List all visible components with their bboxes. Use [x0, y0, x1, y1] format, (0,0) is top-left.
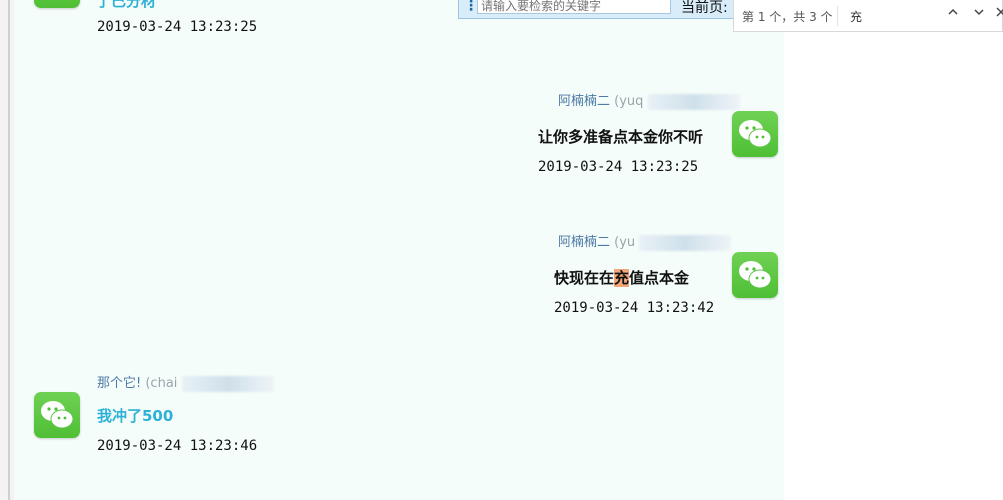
wechat-avatar-icon — [34, 392, 80, 438]
message-sender: 阿楠楠二 (yu — [558, 231, 732, 251]
wechat-avatar-icon — [732, 111, 778, 157]
sender-name: 那个它! — [97, 376, 142, 391]
search-input[interactable] — [477, 0, 671, 14]
message-sender: 那个它! (chai — [97, 372, 274, 392]
message-text: 快现在在充值点本金 — [554, 267, 689, 288]
message-text: 了已分材 — [96, 0, 157, 10]
message-text: 让你多准备点本金你不听 — [538, 128, 704, 146]
redacted-blur — [639, 234, 732, 251]
divider — [837, 6, 838, 26]
sender-name: 阿楠楠二 — [558, 235, 611, 250]
message-timestamp: 2019-03-24 13:23:25 — [97, 19, 258, 35]
message-timestamp: 2019-03-24 13:23:25 — [538, 159, 699, 175]
chevron-down-icon[interactable] — [970, 6, 988, 24]
blank-area — [784, 0, 1003, 500]
sender-id: (chai — [145, 376, 178, 391]
message-timestamp: 2019-03-24 13:23:42 — [554, 300, 715, 316]
message-text: 我冲了500 — [97, 407, 174, 425]
wechat-avatar-icon — [732, 252, 778, 298]
sender-name: 阿楠楠二 — [558, 94, 611, 109]
scrollbar-track[interactable] — [8, 0, 10, 500]
find-match-count: 第 1 个，共 3 个 — [742, 10, 833, 24]
sender-id: (yuq — [614, 94, 644, 109]
redacted-blur — [181, 375, 274, 392]
wechat-avatar-icon — [34, 0, 80, 8]
window-left-edge — [0, 0, 15, 500]
search-highlight: 充 — [614, 269, 630, 287]
chevron-up-icon[interactable] — [944, 6, 962, 24]
close-icon[interactable] — [992, 6, 1003, 24]
sender-id: (yu — [614, 235, 636, 250]
page-label: 当前页: — [681, 0, 728, 16]
message-sender: 阿楠楠二 (yuq — [558, 90, 740, 110]
message-text-after: 值点本金 — [629, 269, 690, 287]
message-timestamp: 2019-03-24 13:23:46 — [97, 438, 258, 454]
search-toolbar: ⋮ 当前页: — [458, 0, 736, 19]
message-text-before: 快现在在 — [554, 269, 615, 287]
redacted-blur — [647, 93, 740, 110]
find-query-input[interactable]: 充 — [850, 8, 862, 25]
find-bar: 第 1 个，共 3 个 充 — [733, 0, 1003, 32]
toolbar-grip-icon[interactable]: ⋮ — [464, 0, 478, 14]
